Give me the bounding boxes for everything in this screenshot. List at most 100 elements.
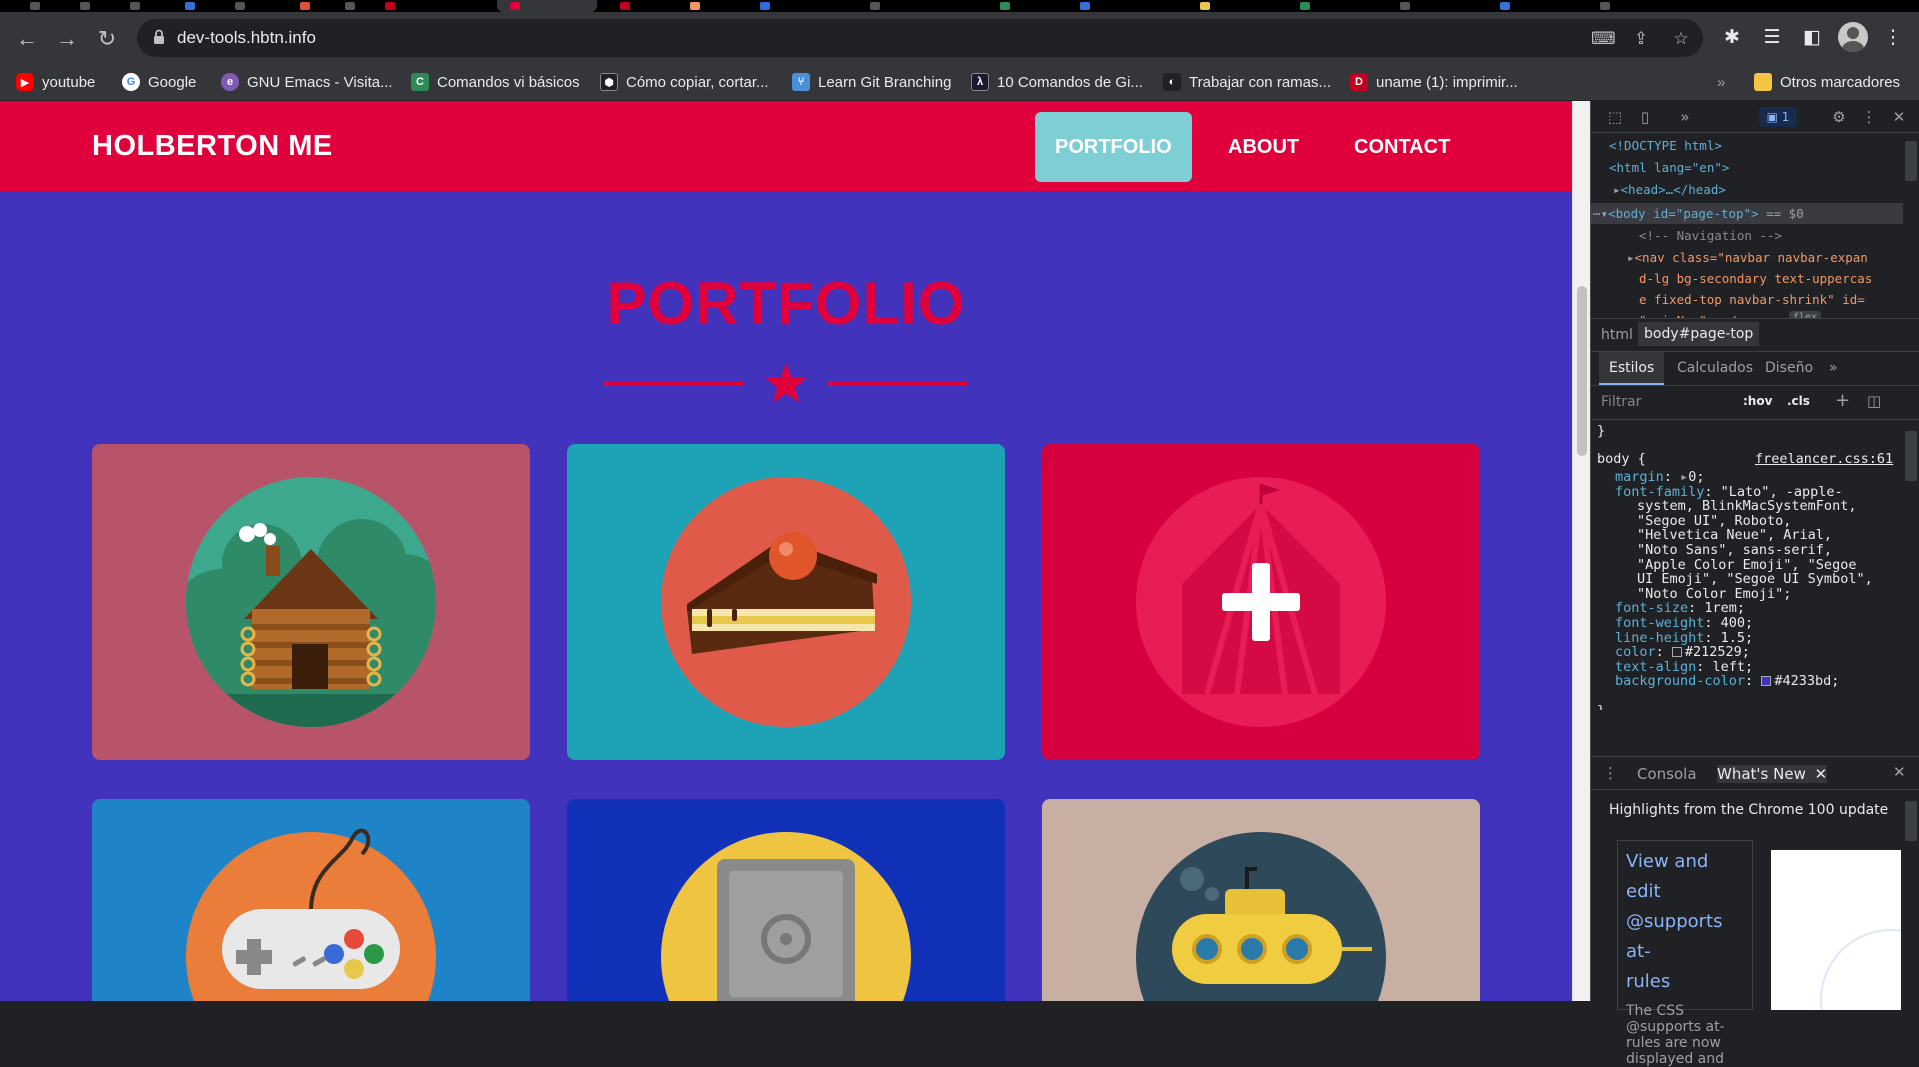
portfolio-card-safe[interactable] [567,799,1005,1001]
color-swatch[interactable] [1671,647,1682,658]
bookmark-google[interactable]: G Google [122,70,196,94]
rule-source-link[interactable]: freelancer.css:61 [1755,450,1893,468]
color-swatch[interactable] [1761,676,1772,687]
hov-toggle[interactable]: :hov [1743,394,1772,408]
profile-avatar[interactable] [1838,22,1868,52]
bookmark-ramas[interactable]: ◐ Trabajar con ramas... [1163,70,1331,94]
breadcrumb-body[interactable]: body#page-top [1638,322,1760,346]
node-comment[interactable]: <!-- Navigation --> [1639,225,1782,247]
side-panel-icon[interactable]: ◧ [1797,23,1827,53]
more-styles-tabs-icon[interactable]: » [1819,352,1848,385]
dev-icon: λ [971,73,989,91]
vi-icon: C [411,73,429,91]
portfolio-card-cabin[interactable] [92,444,530,760]
translate-icon[interactable]: ⌨ [1591,29,1616,49]
feature-body-line: @supports at- [1626,1019,1725,1035]
elements-scrollbar[interactable] [1905,141,1917,181]
add-style-rule-icon[interactable]: + [1835,390,1850,411]
star-bookmark-icon[interactable]: ☆ [1671,29,1691,49]
node-head[interactable]: ▸<head>…</head> [1613,179,1726,201]
settings-gear-icon[interactable]: ⚙ [1829,107,1849,127]
filter-input[interactable]: Filtrar [1601,394,1641,410]
drawer-menu-icon[interactable]: ⋮ [1603,764,1618,782]
cls-toggle[interactable]: .cls [1787,394,1810,408]
node-nav[interactable]: ▸<nav class="navbar navbar-expan [1627,247,1868,269]
node-doctype[interactable]: <!DOCTYPE html> [1609,135,1722,157]
back-button[interactable]: ← [12,24,42,54]
head-tag: <head>…</head> [1620,182,1726,197]
feature-title-line: @supports at- [1626,911,1723,962]
toggle-sidebar-icon[interactable]: ◫ [1867,392,1881,410]
bookmark-label: Cómo copiar, cortar... [626,73,769,91]
device-toolbar-icon[interactable]: ▯ [1635,107,1655,127]
bookmark-label: 10 Comandos de Gi... [997,73,1143,91]
bookmark-emacs[interactable]: e GNU Emacs - Visita... [221,70,393,94]
divider-line-left [604,382,744,386]
address-bar[interactable]: dev-tools.hbtn.info ⌨ ⇪ ☆ [137,19,1703,57]
other-bookmarks-folder[interactable]: Otros marcadores [1754,70,1900,94]
nav-link-about[interactable]: ABOUT [1208,112,1319,182]
site-navbar: HOLBERTON ME PORTFOLIO ABOUT CONTACT [0,101,1572,191]
forward-button[interactable]: → [52,24,82,54]
portfolio-card-cake[interactable] [567,444,1005,760]
bookmark-git-branching[interactable]: ⑂ Learn Git Branching [792,70,951,94]
emacs-icon: e [221,73,239,91]
portfolio-card-submarine[interactable] [1042,799,1480,1001]
nav-link-contact[interactable]: CONTACT [1334,112,1470,182]
portfolio-card-circus[interactable] [1042,444,1480,760]
share-icon[interactable]: ⇪ [1631,29,1651,49]
bookmark-youtube[interactable]: ▶ youtube [16,70,95,94]
section-title: PORTFOLIO [606,270,966,337]
menu-kebab-icon[interactable]: ⋮ [1878,23,1908,53]
portfolio-card-game[interactable] [92,799,530,1001]
site-brand[interactable]: HOLBERTON ME [92,130,333,163]
bookmark-copiar[interactable]: ⬢ Cómo copiar, cortar... [600,70,769,94]
more-bookmarks-button[interactable]: » [1717,70,1725,94]
styles-tabs: Estilos Calculados Diseño » [1591,352,1919,386]
other-bookmarks-label: Otros marcadores [1780,73,1901,91]
node-body[interactable]: ⋯▾<body id="page-top"> == $0 [1593,203,1804,225]
styles-scrollbar[interactable] [1905,431,1917,481]
more-tabs-icon[interactable]: » [1675,107,1695,127]
close-drawer-icon[interactable]: ✕ [1893,763,1906,781]
close-devtools-icon[interactable]: ✕ [1889,107,1909,127]
nav-line-4: "mainNav">…</nav> [1639,310,1767,318]
issues-badge[interactable]: ▣ 1 [1759,107,1797,127]
styles-filter-bar: Filtrar :hov .cls + ◫ [1591,386,1919,420]
feature-card[interactable]: View and edit @supports at- rules The CS… [1617,840,1753,1067]
devtools-menu-icon[interactable]: ⋮ [1859,107,1879,127]
style-declaration[interactable]: background-color: #4233bd; [1615,672,1839,690]
git-branching-icon: ⑂ [792,73,810,91]
tab-whats-new[interactable]: What's New ✕ [1717,765,1828,783]
inspect-element-icon[interactable]: ⬚ [1605,107,1625,127]
devtools-panel: ⬚ ▯ » ▣ 1 ⚙ ⋮ ✕ <!DOCTYPE html> <html la… [1590,101,1919,1067]
star-icon [765,363,807,403]
tab-consola[interactable]: Consola [1637,765,1697,783]
bookmark-label: GNU Emacs - Visita... [247,73,393,91]
reading-list-icon[interactable]: ☰ [1757,23,1787,53]
tab-diseno[interactable]: Diseño [1755,352,1823,385]
breadcrumb-html[interactable]: html [1601,327,1633,343]
submarine-illustration [1136,832,1386,1001]
reload-button[interactable]: ↻ [92,24,122,54]
rule-selector[interactable]: body { [1597,450,1646,468]
feature-title[interactable]: View and edit @supports at- rules [1626,847,1744,997]
tab-calculados[interactable]: Calculados [1667,352,1763,385]
tab-estilos[interactable]: Estilos [1599,352,1665,385]
divider-line-right [828,382,968,386]
cabin-illustration [186,477,436,727]
node-html[interactable]: <html lang="en"> [1609,157,1729,179]
close-tab-icon[interactable]: ✕ [1815,765,1828,783]
drawer-scrollbar[interactable] [1905,801,1917,841]
nav-link-portfolio[interactable]: PORTFOLIO [1035,112,1192,182]
flex-badge[interactable]: flex [1789,311,1822,318]
scrollbar-thumb[interactable] [1577,286,1587,456]
bookmark-uname[interactable]: D uname (1): imprimir... [1350,70,1518,94]
page-scrollbar[interactable] [1572,101,1590,1001]
bookmark-vi[interactable]: C Comandos vi básicos [411,70,580,94]
rule-end: } [1597,702,1605,710]
extensions-icon[interactable]: ✱ [1717,23,1747,53]
whats-new-content: Highlights from the Chrome 100 update Vi… [1591,790,1919,1067]
bookmark-git-commands[interactable]: λ 10 Comandos de Gi... [971,70,1143,94]
reload-icon: ↻ [97,26,117,51]
